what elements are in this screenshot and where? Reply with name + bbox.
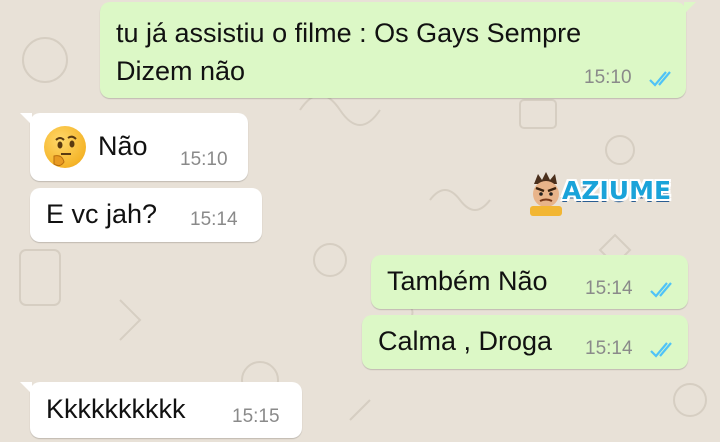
message-timestamp: 15:14: [585, 278, 633, 299]
message-text: E vc jah?: [46, 199, 158, 229]
message-text-line-1: tu já assistiu o filme : Os Gays Sempre: [116, 18, 582, 48]
message-timestamp: 15:14: [190, 209, 238, 230]
message-bubble-outgoing[interactable]: tu já assistiu o filme : Os Gays Sempre …: [100, 2, 696, 98]
message-text: Kkkkkkkkkk: [46, 394, 186, 424]
read-receipt-icon: [650, 282, 672, 298]
message-text: Também Não: [387, 266, 548, 296]
message-text-line-2: Dizem não: [116, 56, 246, 86]
read-receipt-icon: [650, 342, 672, 358]
message-bubble-incoming[interactable]: Kkkkkkkkkk 15:15: [20, 382, 302, 438]
read-receipt-icon: [649, 71, 671, 87]
watermark-text: AZIUME: [562, 176, 672, 205]
message-text: Calma , Droga: [378, 326, 553, 356]
thinking-face-icon: [44, 126, 86, 168]
message-timestamp: 15:14: [585, 338, 633, 359]
message-timestamp: 15:10: [180, 149, 228, 170]
message-bubble-incoming[interactable]: Não 15:10: [20, 113, 248, 181]
message-bubble-outgoing[interactable]: Também Não 15:14: [371, 255, 688, 309]
message-bubble-incoming[interactable]: E vc jah? 15:14: [30, 188, 262, 242]
message-timestamp: 15:15: [232, 406, 280, 427]
aziume-watermark-logo: AZIUME: [526, 170, 676, 216]
message-text: Não: [98, 131, 148, 161]
mascot-face-icon: [530, 172, 562, 216]
message-bubble-outgoing[interactable]: Calma , Droga 15:14: [362, 315, 688, 369]
message-timestamp: 15:10: [584, 67, 632, 88]
